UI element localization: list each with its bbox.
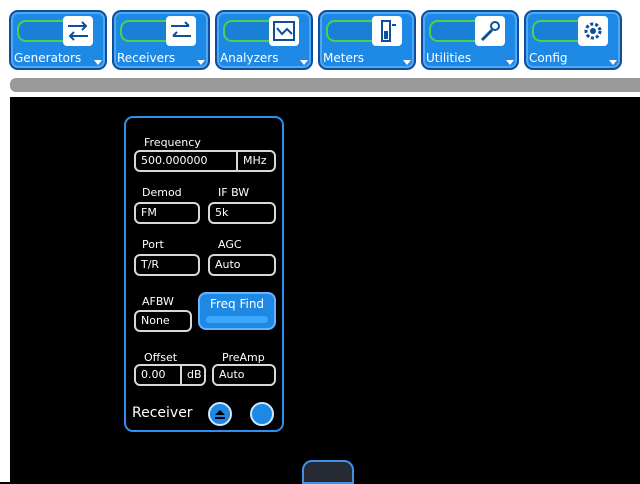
generators-menu-label: Generators [14,51,82,65]
chevron-down-icon [609,60,617,65]
bottom-drawer-tab[interactable] [302,460,354,484]
meter-icon [372,16,402,46]
ifbw-value: 5k [215,206,229,219]
config-menu-label: Config [529,51,568,65]
gear-icon [578,16,608,46]
preamp-field[interactable]: Auto [212,364,276,386]
frequency-unit[interactable]: MHz [236,152,267,170]
frequency-value: 500.000000 [141,154,208,167]
receiver-title: Receiver [132,405,193,421]
generators-menu-button[interactable]: Generators [9,10,107,70]
demod-field[interactable]: FM [134,202,200,224]
receiver-options-button[interactable] [250,402,274,426]
freq-find-button[interactable]: Freq Find [198,292,276,330]
config-menu-button[interactable]: Config [524,10,622,70]
offset-value: 0.00 [141,368,166,381]
receivers-menu-label: Receivers [117,51,176,65]
status-strip [10,78,640,92]
agc-value: Auto [215,258,241,271]
agc-field[interactable]: Auto [208,254,276,276]
arrows-swap-reverse-icon [166,16,196,46]
demod-label: Demod [142,186,182,199]
frequency-field[interactable]: 500.000000 MHz [134,150,276,172]
meters-menu-button[interactable]: Meters [318,10,416,70]
chevron-down-icon [300,60,308,65]
left-edge [0,97,10,482]
ifbw-label: IF BW [218,186,250,199]
afbw-label: AFBW [142,295,174,308]
afbw-value: None [141,314,170,327]
eject-up-icon [215,410,225,419]
arrows-swap-icon [63,16,93,46]
chevron-down-icon [197,60,205,65]
offset-unit[interactable]: dB [180,366,202,384]
receiver-panel: Frequency 500.000000 MHz Demod IF BW FM … [124,116,284,432]
ifbw-field[interactable]: 5k [208,202,276,224]
chevron-down-icon [94,60,102,65]
port-field[interactable]: T/R [134,254,200,276]
freq-find-label: Freq Find [209,297,265,311]
utilities-menu-label: Utilities [426,51,472,65]
port-value: T/R [141,258,160,271]
demod-value: FM [141,206,157,219]
preamp-label: PreAmp [222,351,265,364]
utilities-menu-button[interactable]: Utilities [421,10,519,70]
freq-find-indicator [206,316,268,323]
port-label: Port [142,238,164,251]
receivers-menu-button[interactable]: Receivers [112,10,210,70]
wrench-icon [475,16,505,46]
offset-label: Offset [144,351,178,364]
frequency-label: Frequency [144,136,201,149]
afbw-field[interactable]: None [134,310,192,332]
analyzers-menu-label: Analyzers [220,51,279,65]
collapse-panel-button[interactable] [208,402,232,426]
chevron-down-icon [403,60,411,65]
preamp-value: Auto [219,368,245,381]
menu-row: Generators Receivers Analyzers Meters Ut… [9,10,639,72]
chevron-down-icon [506,60,514,65]
waveform-icon [269,16,299,46]
analyzers-menu-button[interactable]: Analyzers [215,10,313,70]
meters-menu-label: Meters [323,51,365,65]
agc-label: AGC [218,238,242,251]
offset-field[interactable]: 0.00 dB [134,364,206,386]
top-menu-bar: Generators Receivers Analyzers Meters Ut… [0,0,640,97]
